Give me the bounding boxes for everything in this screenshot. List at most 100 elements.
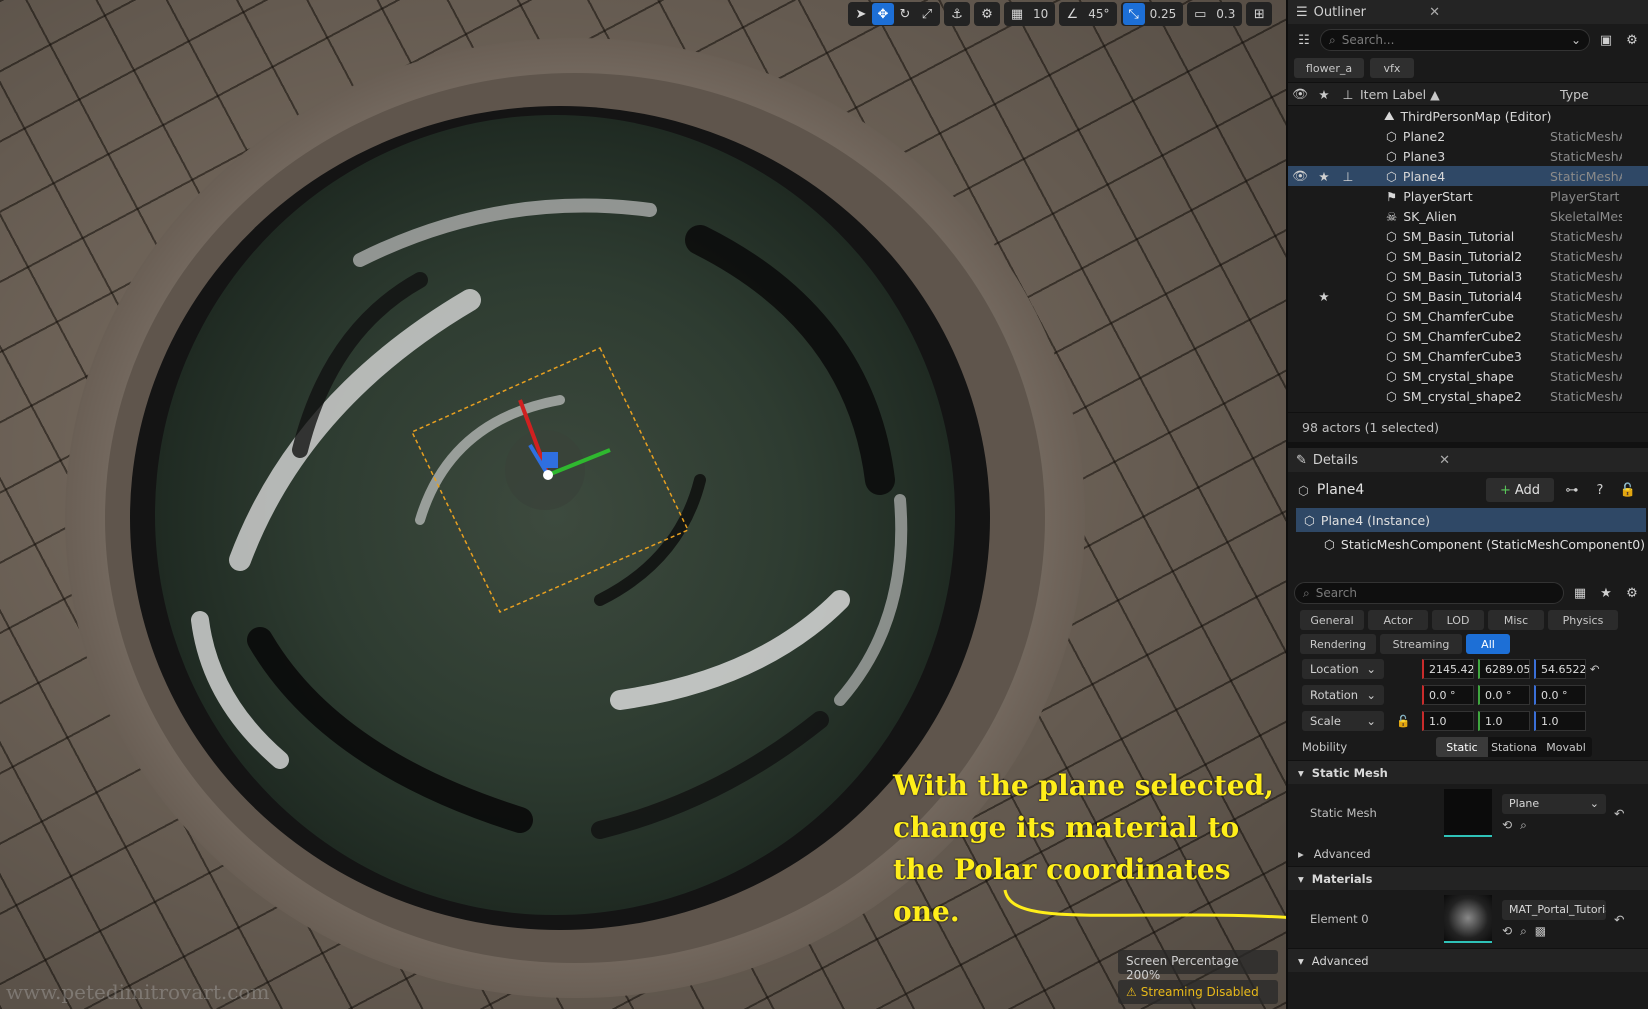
filter-rendering[interactable]: Rendering [1300,634,1376,654]
angle-snap-group[interactable]: ∠ 45° [1059,2,1117,26]
add-component-button[interactable]: + Add [1486,478,1554,502]
tree-row[interactable]: ⬡ Plane2 StaticMeshA [1288,126,1648,146]
blueprint-icon[interactable]: ⊶ [1562,480,1582,500]
rotation-y[interactable]: 0.0 ° [1478,685,1530,705]
lock-icon[interactable]: 🔓 [1396,714,1422,728]
world-space-icon[interactable]: ⚙ [976,3,998,25]
reset-icon[interactable]: ↶ [1614,806,1624,821]
visibility-icon[interactable]: 👁 [1288,168,1312,184]
tree-row[interactable]: ☠ SK_Alien SkeletalMes [1288,206,1648,226]
viewport-layout-icon[interactable]: ⊞ [1248,3,1270,25]
filter-all[interactable]: All [1466,634,1510,654]
surface-snap-icon[interactable]: ⚓ [946,3,968,25]
tree-row[interactable]: ⬡ SM_ChamferCube2 StaticMeshA [1288,326,1648,346]
reset-icon[interactable]: ↶ [1590,662,1600,676]
rotation-z[interactable]: 0.0 ° [1534,685,1586,705]
visibility-icon[interactable]: 👁 [1288,86,1312,102]
material-dropdown[interactable]: MAT_Portal_Tutoria [1502,899,1606,920]
new-folder-icon[interactable]: ▣ [1596,30,1616,50]
location-y[interactable]: 6289.05 [1478,659,1530,679]
star-icon[interactable]: ★ [1596,583,1616,603]
use-selected-icon[interactable]: ⟲ [1502,924,1512,939]
scale-snap-icon[interactable]: ⤡ [1122,3,1145,25]
grid-snap-group[interactable]: ▦ 10 [1004,2,1056,26]
material-thumbnail[interactable] [1444,895,1492,943]
use-selected-icon[interactable]: ⟲ [1502,818,1512,833]
star-icon[interactable]: ★ [1312,169,1336,184]
static-mesh-section[interactable]: ▾ Static Mesh [1288,760,1648,784]
filter-general[interactable]: General [1300,610,1364,630]
advanced-row[interactable]: ▸ Advanced [1288,842,1648,866]
browse-icon[interactable]: ⌕ [1520,818,1527,833]
rotation-x[interactable]: 0.0 ° [1422,685,1474,705]
filter-actor[interactable]: Actor [1368,610,1428,630]
mobility-stationary[interactable]: Stationa [1488,737,1540,757]
folder-chip-vfx[interactable]: vfx [1370,58,1414,78]
tree-root[interactable]: ⛰ ThirdPersonMap (Editor) [1288,106,1648,126]
scale-dropdown[interactable]: Scale ⌄ [1302,711,1384,731]
tree-row[interactable]: ⬡ SM_Basin_Tutorial StaticMeshA [1288,226,1648,246]
star-icon[interactable]: ★ [1312,289,1336,304]
tree-row[interactable]: ⬡ SM_crystal_shape2 StaticMeshA [1288,386,1648,406]
advanced-section[interactable]: ▾ Advanced [1288,948,1648,972]
camera-icon[interactable]: ▭ [1189,3,1211,25]
filter-lod[interactable]: LOD [1432,610,1484,630]
table-icon[interactable]: ▦ [1570,583,1590,603]
details-tab[interactable]: ✎ Details ✕ [1288,448,1648,472]
browse-icon[interactable]: ⌕ [1520,924,1527,939]
location-z[interactable]: 54.6522 [1534,659,1586,679]
outliner-tab[interactable]: ☰ Outliner ✕ [1288,0,1648,24]
rotation-dropdown[interactable]: Rotation ⌄ [1302,685,1384,705]
reset-icon[interactable]: ↶ [1614,912,1624,927]
grid-snap-value[interactable]: 10 [1028,7,1053,21]
pin-icon[interactable]: ⊥ [1336,169,1360,184]
pin-icon[interactable]: ⊥ [1336,87,1360,102]
tree-row[interactable]: ⬡ SM_Basin_Tutorial2 StaticMeshA [1288,246,1648,266]
mobility-static[interactable]: Static [1436,737,1488,757]
rotate-icon[interactable]: ↻ [894,3,916,25]
select-icon[interactable]: ➤ [850,3,872,25]
folder-chip-flower[interactable]: flower_a [1294,58,1364,78]
close-icon[interactable]: ✕ [1439,453,1450,468]
gear-icon[interactable]: ⚙ [1622,30,1642,50]
scale-icon[interactable]: ⤢ [916,3,938,25]
tree-row[interactable]: ⬡ SM_Basin_Tutorial3 StaticMeshA [1288,266,1648,286]
location-dropdown[interactable]: Location ⌄ [1302,659,1384,679]
component-row[interactable]: ⬡ StaticMeshComponent (StaticMeshCompone… [1288,532,1648,556]
chevron-down-icon[interactable]: ⌄ [1571,33,1581,47]
scale-y[interactable]: 1.0 [1478,711,1530,731]
star-icon[interactable]: ★ [1312,87,1336,102]
location-x[interactable]: 2145.42 [1422,659,1474,679]
mobility-movable[interactable]: Movabl [1540,737,1592,757]
outliner-search-input[interactable]: ⌕ Search... ⌄ [1320,29,1590,51]
static-mesh-dropdown[interactable]: Plane ⌄ [1502,793,1606,814]
filter-streaming[interactable]: Streaming [1380,634,1462,654]
scale-z[interactable]: 1.0 [1534,711,1586,731]
close-icon[interactable]: ✕ [1429,5,1440,20]
instance-row[interactable]: ⬡ Plane4 (Instance) [1296,508,1646,532]
filter-misc[interactable]: Misc [1488,610,1544,630]
help-icon[interactable]: ? [1590,480,1610,500]
materials-section[interactable]: ▾ Materials [1288,866,1648,890]
grid-icon[interactable]: ▦ [1006,3,1028,25]
static-mesh-thumbnail[interactable] [1444,789,1492,837]
type-column[interactable]: Type [1560,87,1589,102]
scale-snap-value[interactable]: 0.25 [1145,7,1182,21]
camera-speed-value[interactable]: 0.3 [1211,7,1240,21]
tree-row[interactable]: ⬡ Plane3 StaticMeshA [1288,146,1648,166]
gear-icon[interactable]: ⚙ [1622,583,1642,603]
filter-icon[interactable]: ☷ [1294,30,1314,50]
tree-row[interactable]: ⬡ SM_crystal_shape StaticMeshA [1288,366,1648,386]
angle-icon[interactable]: ∠ [1061,3,1083,25]
item-label-column[interactable]: Item Label ▲ [1360,87,1560,102]
tree-row[interactable]: 👁 ★ ⊥ ⬡ Plane4 StaticMeshA [1288,166,1648,186]
tree-row[interactable]: ⬡ SM_ChamferCube StaticMeshA [1288,306,1648,326]
checker-icon[interactable]: ▩ [1535,924,1546,939]
camera-speed-group[interactable]: ▭ 0.3 [1187,2,1243,26]
filter-physics[interactable]: Physics [1548,610,1618,630]
tree-row[interactable]: ⚑ PlayerStart PlayerStart [1288,186,1648,206]
details-search-input[interactable]: ⌕ Search [1294,582,1564,604]
scale-snap-group[interactable]: ⤡ 0.25 [1120,2,1184,26]
level-viewport[interactable]: ➤ ✥ ↻ ⤢ ⚓ ⚙ ▦ 10 ∠ 45° ⤡ 0.25 ▭ 0.3 ⊞ Wi… [0,0,1286,1009]
scale-x[interactable]: 1.0 [1422,711,1474,731]
